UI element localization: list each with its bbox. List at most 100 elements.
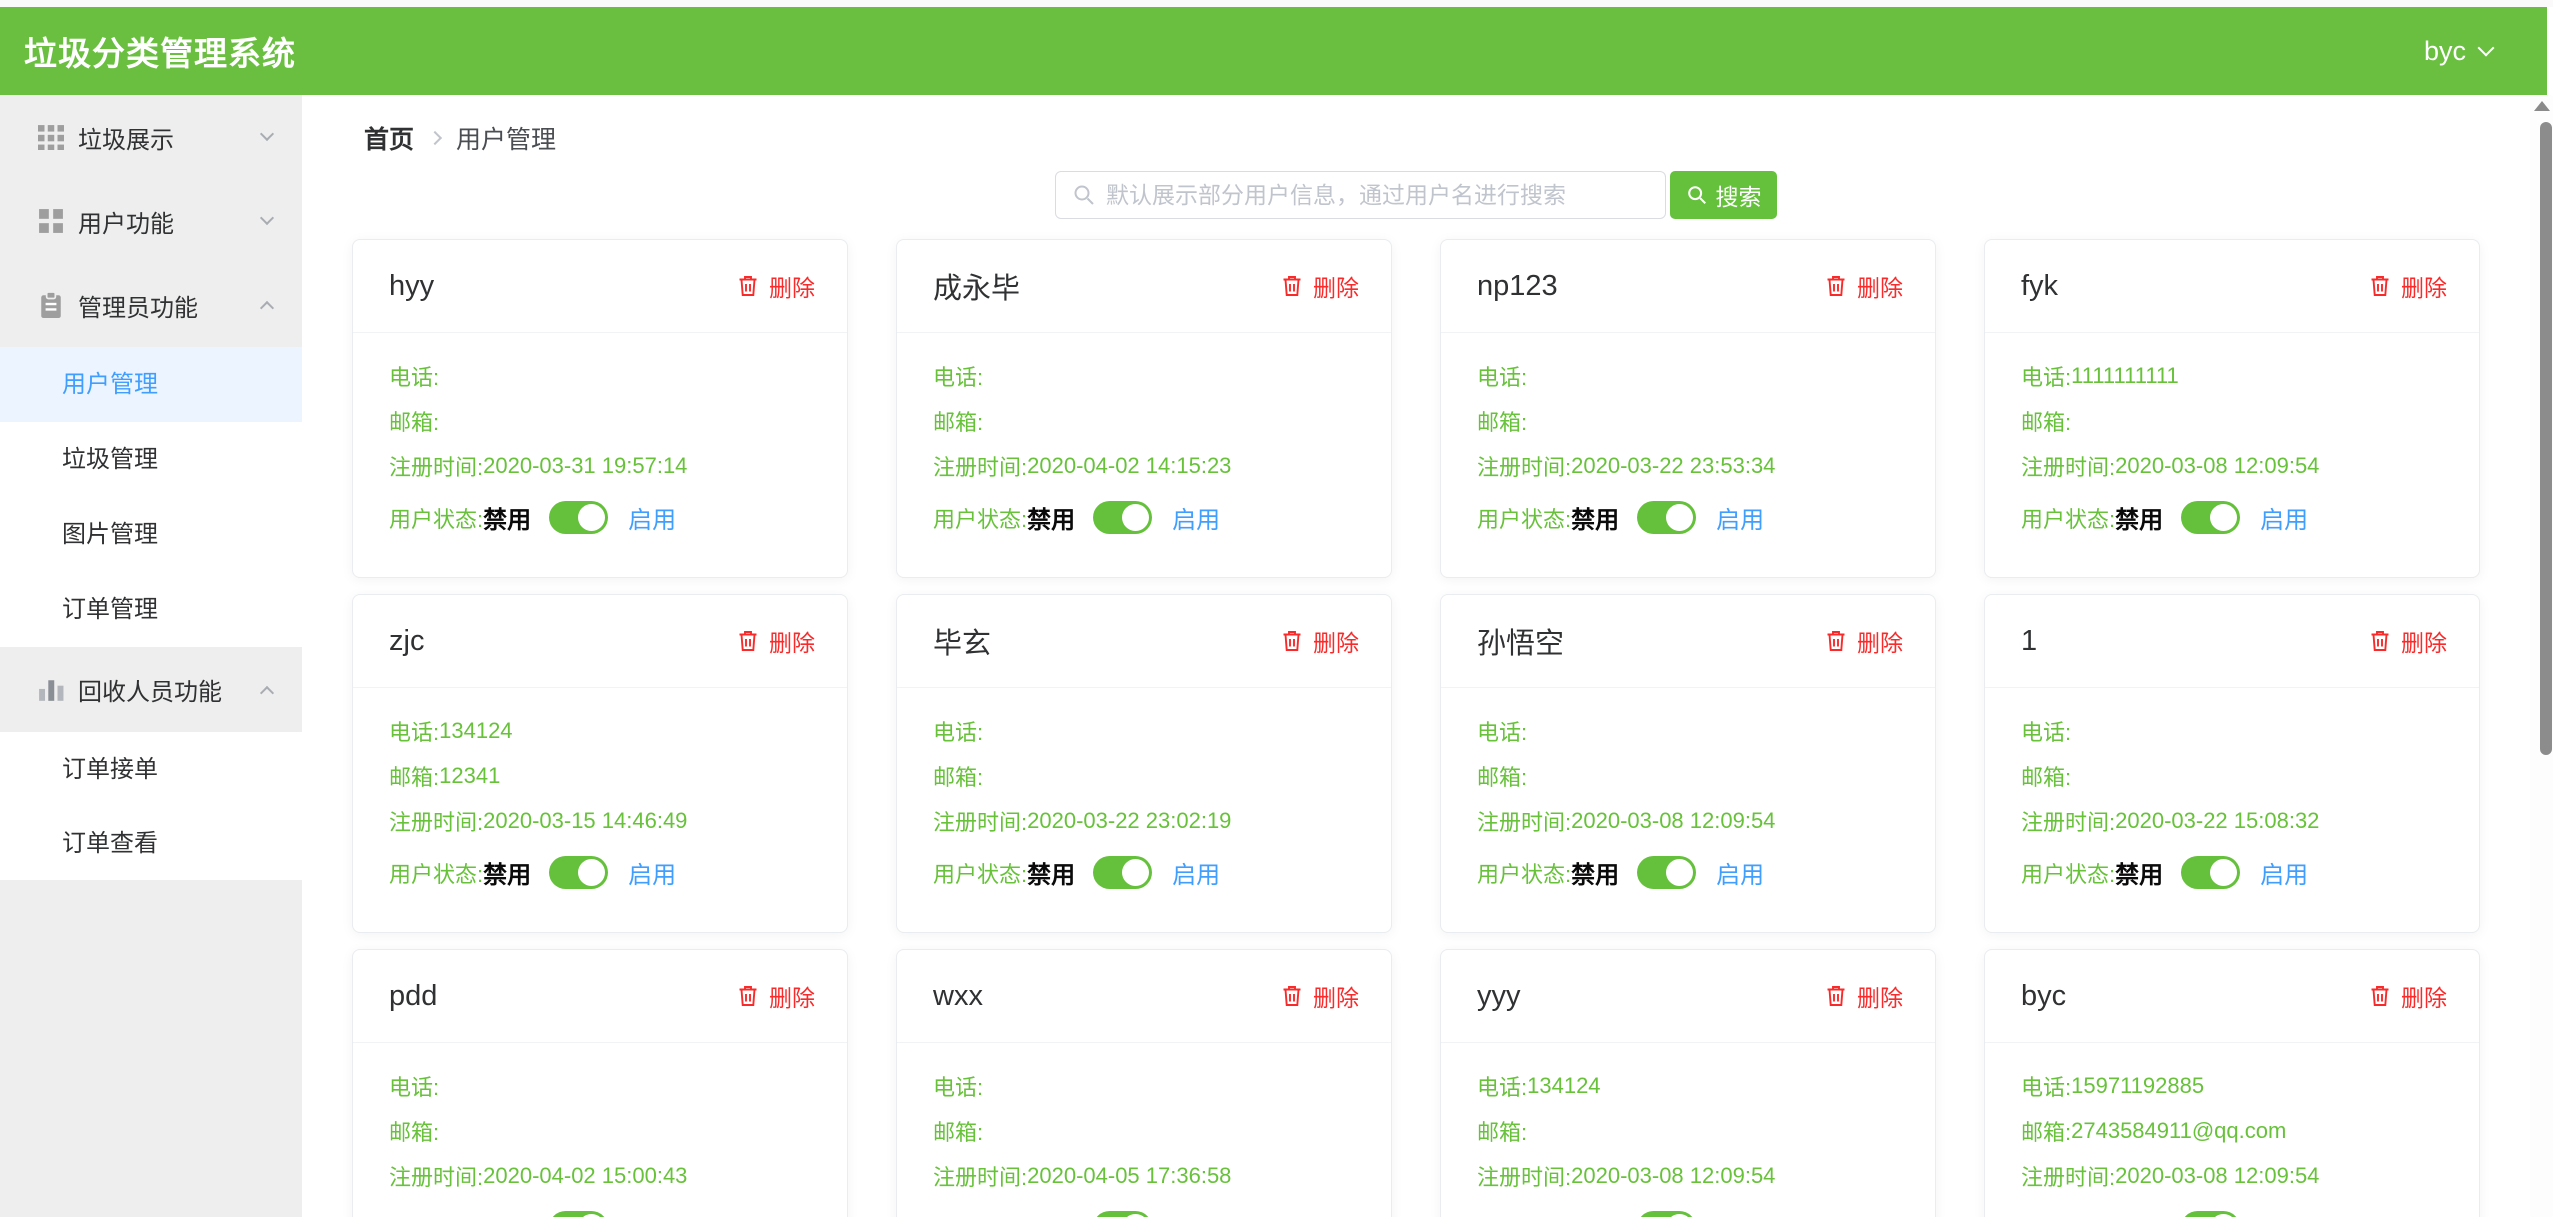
app-title: 垃圾分类管理系统 [24, 27, 296, 75]
trash-icon [736, 274, 760, 298]
enable-link[interactable]: 启用 [628, 855, 676, 890]
chevron-down-icon [260, 211, 274, 225]
toggle-knob [578, 504, 605, 531]
delete-button[interactable]: 删除 [736, 979, 815, 1013]
sidebar-item-garbage-management[interactable]: 垃圾管理 [0, 422, 302, 497]
email-line: 邮箱:12341 [389, 765, 811, 787]
delete-label: 删除 [2401, 624, 2447, 658]
sidebar-item-recycler-functions[interactable]: 回收人员功能 [0, 647, 302, 732]
delete-button[interactable]: 删除 [736, 624, 815, 658]
delete-button[interactable]: 删除 [1280, 624, 1359, 658]
status-toggle[interactable] [1093, 856, 1152, 889]
trash-icon [2368, 274, 2392, 298]
sidebar-item-image-management[interactable]: 图片管理 [0, 497, 302, 572]
search-button[interactable]: 搜索 [1670, 171, 1777, 219]
trash-icon [736, 629, 760, 653]
status-toggle[interactable] [1093, 501, 1152, 534]
email-label: 邮箱: [389, 1115, 439, 1147]
delete-button[interactable]: 删除 [2368, 624, 2447, 658]
phone-line: 电话: [933, 720, 1355, 742]
status-toggle[interactable] [1637, 856, 1696, 889]
status-toggle[interactable] [2181, 501, 2240, 534]
trash-icon [1824, 274, 1848, 298]
registered-value: 2020-03-22 23:02:19 [1027, 808, 1231, 834]
scrollbar[interactable] [2530, 95, 2553, 1217]
sidebar-item-order-management[interactable]: 订单管理 [0, 572, 302, 647]
scrollbar-up-arrow-icon[interactable] [2534, 101, 2550, 111]
status-label: 用户状态: [933, 502, 1027, 534]
delete-button[interactable]: 删除 [1280, 979, 1359, 1013]
delete-button[interactable]: 删除 [1824, 624, 1903, 658]
email-line: 邮箱: [2021, 410, 2443, 432]
phone-label: 电话: [933, 1070, 983, 1102]
status-value: 禁用 [483, 1210, 531, 1217]
registered-line: 注册时间:2020-03-08 12:09:54 [2021, 455, 2443, 477]
status-line: 用户状态:禁用 启用 [1477, 1210, 1899, 1217]
email-line: 邮箱: [389, 410, 811, 432]
sidebar-item-garbage-display[interactable]: 垃圾展示 [0, 95, 302, 179]
sidebar-item-admin-functions[interactable]: 管理员功能 [0, 263, 302, 347]
user-dropdown[interactable]: byc [2424, 36, 2492, 67]
delete-button[interactable]: 删除 [1280, 269, 1359, 303]
status-toggle[interactable] [1093, 1211, 1152, 1217]
delete-button[interactable]: 删除 [1824, 979, 1903, 1013]
status-toggle[interactable] [1637, 501, 1696, 534]
status-toggle[interactable] [2181, 856, 2240, 889]
status-toggle[interactable] [549, 1211, 608, 1217]
enable-link[interactable]: 启用 [1172, 855, 1220, 890]
sidebar-item-user-functions[interactable]: 用户功能 [0, 179, 302, 263]
status-toggle[interactable] [549, 501, 608, 534]
enable-link[interactable]: 启用 [628, 1210, 676, 1217]
enable-link[interactable]: 启用 [2260, 500, 2308, 535]
delete-button[interactable]: 删除 [2368, 269, 2447, 303]
email-label: 邮箱: [389, 405, 439, 437]
status-value: 禁用 [1571, 500, 1619, 535]
email-label: 邮箱: [1477, 1115, 1527, 1147]
sidebar-item-user-management[interactable]: 用户管理 [0, 347, 302, 422]
enable-link[interactable]: 启用 [1172, 500, 1220, 535]
registered-line: 注册时间:2020-03-08 12:09:54 [1477, 810, 1899, 832]
delete-button[interactable]: 删除 [2368, 979, 2447, 1013]
search-input[interactable] [1106, 182, 1649, 209]
sidebar: 垃圾展示 用户功能 管理员功能 [0, 95, 302, 1217]
status-line: 用户状态:禁用 启用 [933, 855, 1355, 890]
enable-link[interactable]: 启用 [2260, 855, 2308, 890]
status-label: 用户状态: [2021, 502, 2115, 534]
delete-label: 删除 [1857, 269, 1903, 303]
user-card-header: hyy 删除 [353, 240, 847, 333]
enable-link[interactable]: 启用 [2260, 1210, 2308, 1217]
user-name: fyk [2021, 270, 2058, 303]
status-value: 禁用 [483, 500, 531, 535]
user-card-header: yyy 删除 [1441, 950, 1935, 1043]
delete-button[interactable]: 删除 [1824, 269, 1903, 303]
enable-link[interactable]: 启用 [1716, 855, 1764, 890]
user-card: fyk 删除 电话:1111111111 邮箱: [1984, 239, 2480, 578]
status-toggle[interactable] [549, 856, 608, 889]
enable-link[interactable]: 启用 [1716, 1210, 1764, 1217]
status-toggle[interactable] [2181, 1211, 2240, 1217]
status-label: 用户状态: [1477, 857, 1571, 889]
phone-label: 电话: [2021, 360, 2071, 392]
chevron-down-icon [260, 127, 274, 141]
user-name: pdd [389, 980, 437, 1013]
user-name: np123 [1477, 270, 1558, 303]
scrollbar-thumb[interactable] [2540, 122, 2552, 755]
status-label: 用户状态: [2021, 1212, 2115, 1217]
sidebar-item-order-view[interactable]: 订单查看 [0, 806, 302, 880]
main-content: 首页 用户管理 搜索 [302, 95, 2530, 1217]
phone-label: 电话: [1477, 1070, 1527, 1102]
enable-link[interactable]: 启用 [628, 500, 676, 535]
sidebar-item-order-accept[interactable]: 订单接单 [0, 732, 302, 806]
status-line: 用户状态:禁用 启用 [389, 855, 811, 890]
grid-icon [38, 124, 64, 150]
trash-icon [1280, 984, 1304, 1008]
delete-button[interactable]: 删除 [736, 269, 815, 303]
toggle-knob [1666, 504, 1693, 531]
status-toggle[interactable] [1637, 1211, 1696, 1217]
registered-label: 注册时间: [1477, 450, 1571, 482]
enable-link[interactable]: 启用 [1716, 500, 1764, 535]
breadcrumb-home[interactable]: 首页 [364, 120, 414, 156]
user-card-body: 电话: 邮箱: 注册时间:2020-03-22 23:53:34 用户状态:禁用… [1441, 333, 1935, 535]
enable-link[interactable]: 启用 [1172, 1210, 1220, 1217]
status-label: 用户状态: [1477, 502, 1571, 534]
